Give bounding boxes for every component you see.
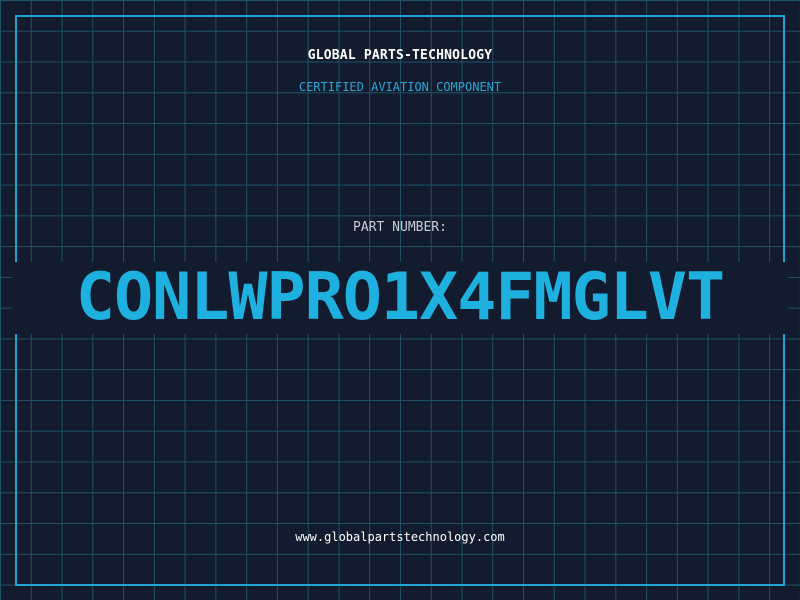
part-number-value: CONLWPRO1X4FMGLVT — [75, 260, 725, 335]
part-label-card: GLOBAL PARTS-TECHNOLOGY CERTIFIED AVIATI… — [0, 0, 800, 600]
part-number-label: PART NUMBER: — [353, 220, 447, 235]
brand-subtitle: CERTIFIED AVIATION COMPONENT — [298, 80, 502, 94]
brand-title: GLOBAL PARTS-TECHNOLOGY — [307, 48, 493, 63]
website-url: www.globalpartstechnology.com — [295, 530, 505, 544]
